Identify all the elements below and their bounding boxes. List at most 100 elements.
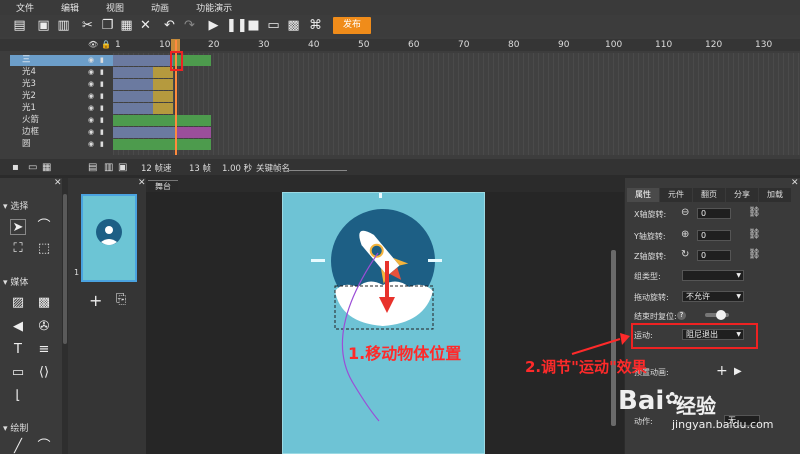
frame-add-icon[interactable]: ▤ [88,162,97,173]
eye-icon[interactable]: ◉ [88,115,94,126]
frame-grid[interactable] [113,53,800,155]
link-icon[interactable]: ⛓ [748,229,761,240]
lock-icon[interactable]: ▮ [100,139,104,150]
frame-span[interactable] [175,127,211,138]
x-rotation-input[interactable]: 0 [697,208,731,219]
publish-button[interactable]: 发布 [333,17,371,34]
frame-span[interactable] [113,139,211,150]
eye-icon[interactable]: ◉ [88,79,94,90]
new-layer-icon[interactable]: ▪ [12,162,19,173]
save-icon[interactable]: ▣ [36,18,51,33]
menu-view[interactable]: 视图 [106,1,124,14]
frame-span[interactable] [113,115,211,126]
play-icon[interactable]: ▶ [206,18,221,33]
paste-icon[interactable]: ▦ [119,18,134,33]
close-icon[interactable]: ✕ [138,178,146,188]
frame-span[interactable] [113,103,153,114]
stop-icon[interactable]: ■ [246,18,261,33]
layer-row[interactable]: 光2 ◉ ▮ [10,91,113,102]
trash-icon[interactable]: ▦ [42,162,51,173]
frame-span[interactable] [113,55,173,66]
frame-span[interactable] [113,67,153,78]
group-type-select[interactable]: ▼ [682,270,744,281]
new-file-icon[interactable]: ▤ [12,18,27,33]
eye-icon[interactable]: ◉ [88,139,94,150]
eye-icon[interactable]: 👁 [88,40,98,49]
layer-row[interactable]: 边框 ◉ ▮ [10,127,113,138]
eye-icon[interactable]: ◉ [88,55,94,66]
pause-icon[interactable]: ❚❚ [226,18,248,33]
lock-icon[interactable]: ▮ [100,115,104,126]
preview-icon[interactable]: ▭ [266,18,281,33]
eye-icon[interactable]: ◉ [88,91,94,102]
reset-toggle-knob[interactable] [716,310,726,320]
frame-span[interactable] [153,79,173,90]
delete-icon[interactable]: ✕ [138,18,153,33]
keyframe-name-input[interactable] [287,170,347,171]
tab-loading[interactable]: 加载 [759,188,791,202]
menu-demo[interactable]: 功能演示 [196,1,232,14]
gallery-icon[interactable]: ▩ [36,295,52,311]
frame-clear-icon[interactable]: ▣ [118,162,127,173]
frame-span[interactable] [113,91,153,102]
tab-share[interactable]: 分享 [726,188,758,202]
layer-row[interactable]: 圆 ◉ ▮ [10,139,113,150]
tool-panel-scrollbar-thumb[interactable] [63,194,67,344]
frame-span[interactable] [153,91,173,102]
frame-copy-icon[interactable]: ▥ [104,162,113,173]
menu-file[interactable]: 文件 [16,1,34,14]
z-rotation-input[interactable]: 0 [697,250,731,261]
code-icon[interactable]: ⟨⟩ [36,365,52,381]
transform-tool-icon[interactable]: ⬚ [36,241,52,257]
frame-span[interactable] [113,127,175,138]
comment-icon[interactable]: ▭ [10,365,26,381]
save-as-icon[interactable]: ▥ [56,18,71,33]
import-scene-icon[interactable]: ⎘ [116,292,126,307]
lock-icon[interactable]: ▮ [100,79,104,90]
tab-properties[interactable]: 属性 [627,188,659,202]
close-icon[interactable]: ✕ [791,178,799,188]
image-icon[interactable]: ▨ [10,295,26,311]
tab-symbols[interactable]: 元件 [660,188,692,202]
chart-icon[interactable]: ⌊ [10,388,26,404]
link-icon[interactable]: ⛓ [748,207,761,218]
link-icon[interactable]: ⛓ [748,249,761,260]
redo-icon[interactable]: ↷ [182,18,197,33]
undo-icon[interactable]: ↶ [162,18,177,33]
eye-icon[interactable]: ◉ [88,67,94,78]
menu-animation[interactable]: 动画 [151,1,169,14]
layer-row[interactable]: 火箭 ◉ ▮ [10,115,113,126]
stage-tab[interactable]: 舞台 [148,180,178,192]
layer-row[interactable]: 光4 ◉ ▮ [10,67,113,78]
lock-icon[interactable]: ▮ [100,103,104,114]
add-preset-icon[interactable]: + [716,363,728,379]
audio-icon[interactable]: ◀ [10,319,26,335]
node-tool-icon[interactable]: ⌒ [36,219,52,235]
copy-icon[interactable]: ❐ [100,18,115,33]
frame-span[interactable] [153,103,173,114]
arrow-tool-icon[interactable]: ➤ [10,219,26,235]
close-icon[interactable]: ✕ [54,178,62,188]
lock-icon[interactable]: ▮ [100,91,104,102]
line-tool-icon[interactable]: ╱ [10,439,26,454]
lock-icon[interactable]: 🔒 [101,40,111,49]
crop-tool-icon[interactable]: ⛶ [10,241,26,257]
cut-icon[interactable]: ✂ [80,18,95,33]
js-icon[interactable]: ⌘ [308,18,323,33]
layer-row[interactable]: 三 ◉ ▮ [10,55,113,66]
folder-icon[interactable]: ▭ [28,162,37,173]
paragraph-icon[interactable]: ≡ [36,342,52,358]
help-icon[interactable]: ? [677,311,686,320]
layer-row[interactable]: 光3 ◉ ▮ [10,79,113,90]
lock-icon[interactable]: ▮ [100,67,104,78]
play-preset-icon[interactable]: ▶ [734,366,742,377]
tab-page-flip[interactable]: 翻页 [693,188,725,202]
layer-row[interactable]: 光1 ◉ ▮ [10,103,113,114]
scene-thumbnail[interactable] [81,194,137,282]
eye-icon[interactable]: ◉ [88,103,94,114]
text-tool-icon[interactable]: T [10,342,26,358]
curve-tool-icon[interactable]: ⌒ [36,439,52,454]
menu-edit[interactable]: 编辑 [61,1,79,14]
stage-canvas[interactable] [282,192,485,454]
drag-rotate-select[interactable]: 不允许 ▼ [682,291,744,302]
